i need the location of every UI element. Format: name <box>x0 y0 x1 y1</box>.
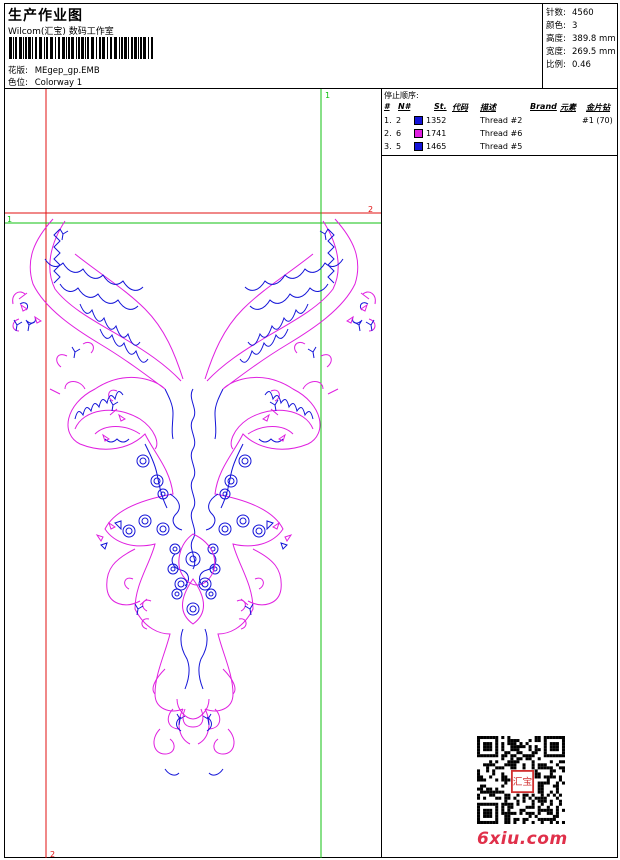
table-row: 3. 5 1465 Thread #5 <box>384 142 523 151</box>
design-file-name: MEgep_gp.EMB <box>34 66 100 76</box>
colorway-row: 色位: Colorway 1 <box>8 76 82 88</box>
stat-stitches: 针数: 4560 <box>546 8 594 18</box>
design-stats: 针数: 4560 颜色: 3 高度: 389.8 mm 宽度: 269.5 mm 比例:… <box>542 4 619 88</box>
design-file-row: 花版: MEgep_gp.EMB <box>8 64 100 76</box>
color-swatch <box>414 129 423 138</box>
header-info: 生产作业图 Wilcom(汇宝) 数码工作室 花版: MEgep_gp.EMB … <box>5 4 542 88</box>
embroidery-design-canvas: 1 1 2 2 <box>5 89 381 858</box>
col-header-index: # <box>384 102 390 111</box>
col-header-code: 代码 <box>452 103 468 112</box>
stop-sequence-title: 停止顺序: <box>384 91 419 100</box>
col-header-sequin: 金片钻 <box>586 103 610 112</box>
watermark-logo: 6xiu.com <box>477 829 568 849</box>
qr-code: 汇宝 <box>477 736 565 824</box>
table-row: 2. 6 1741 Thread #6 <box>384 129 523 138</box>
guide-label-red-h: 2 <box>368 205 373 214</box>
guide-label-red-v: 2 <box>50 850 55 858</box>
col-header-brand: Brand <box>530 102 557 111</box>
color-swatch <box>414 142 423 151</box>
design-label: 花版: <box>8 66 28 76</box>
page-title: 生产作业图 <box>8 8 83 24</box>
table-row: 1. 2 1352 Thread #2 #1 (70) <box>384 116 613 125</box>
panel-divider <box>381 88 382 858</box>
stop-sequence-table: 停止顺序: # N# St. 代码 描述 Brand 元素 金片钻 1. 2 1… <box>382 89 618 156</box>
studio-name: Wilcom(汇宝) 数码工作室 <box>8 27 114 37</box>
seal-stamp-text: 汇宝 <box>513 775 533 788</box>
stat-scale: 比例: 0.46 <box>546 60 591 70</box>
barcode <box>9 37 153 59</box>
col-header-needle: N# <box>398 102 411 111</box>
colorway-label: 色位: <box>8 78 28 88</box>
stat-height: 高度: 389.8 mm <box>546 34 616 44</box>
guide-label-green-v: 1 <box>325 91 330 100</box>
col-header-element: 元素 <box>560 103 576 112</box>
guide-label-green-h: 1 <box>7 215 12 224</box>
production-worksheet: 生产作业图 Wilcom(汇宝) 数码工作室 花版: MEgep_gp.EMB … <box>4 3 618 858</box>
stat-width: 宽度: 269.5 mm <box>546 47 616 57</box>
stat-colors: 颜色: 3 <box>546 21 578 31</box>
col-header-stop: St. <box>434 102 447 111</box>
col-header-description: 描述 <box>480 103 496 112</box>
colorway-value: Colorway 1 <box>34 78 83 88</box>
color-swatch <box>414 116 423 125</box>
